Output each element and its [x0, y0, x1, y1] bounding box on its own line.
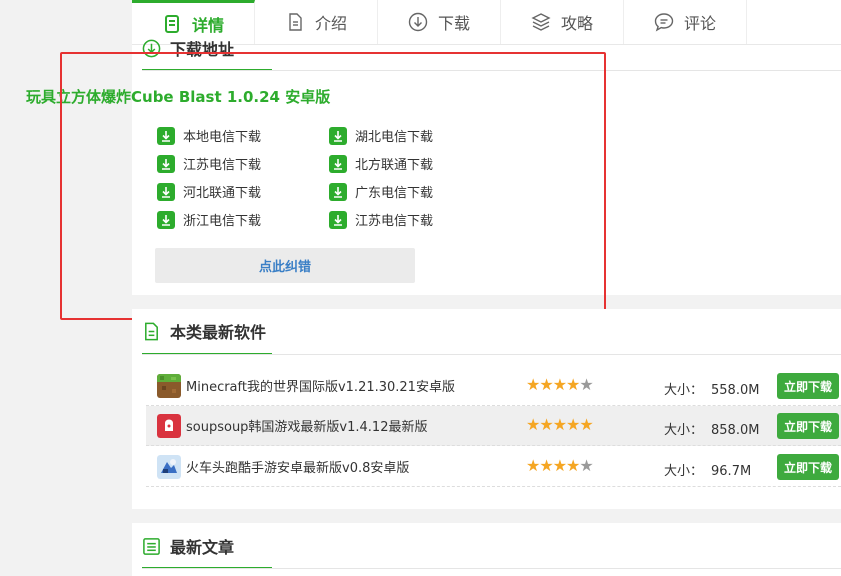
- rating-stars: ★ ★ ★ ★ ★: [526, 456, 594, 475]
- download-now-button[interactable]: 立即下载: [777, 413, 839, 439]
- latest-articles-heading: 最新文章: [142, 531, 234, 561]
- software-row: soupsoup韩国游戏最新版v1.4.12最新版 ★ ★ ★ ★ ★ 大小： 858.0…: [146, 406, 841, 446]
- software-row: Minecraft我的世界国际版v1.21.30.21安卓版 ★ ★ ★ ★ ★ 大小：…: [146, 366, 841, 406]
- tab-label: 介绍: [314, 14, 347, 33]
- star-icon: ★: [566, 375, 580, 394]
- size-label: 大小：: [664, 383, 704, 398]
- section-divider: [142, 568, 841, 569]
- download-icon: [157, 154, 175, 173]
- download-icon: [329, 210, 347, 229]
- download-link-label: 江苏电信下载: [355, 214, 434, 229]
- download-link-label: 广东电信下载: [355, 186, 434, 201]
- report-error-button[interactable]: 点此纠错: [155, 248, 415, 283]
- latest-software-section: 本类最新软件 Minecraft我的世界国际版v1.21.30.21安卓版 ★ ★…: [132, 309, 841, 509]
- download-icon: [329, 182, 347, 201]
- download-app-title: 玩具立方体爆炸Cube Blast 1.0.24 安卓版: [26, 88, 331, 106]
- download-section-heading: 下载地址: [142, 33, 234, 63]
- tab-comments[interactable]: 评论: [624, 0, 747, 44]
- star-icon: ★: [552, 415, 567, 434]
- software-name-link[interactable]: Minecraft我的世界国际版v1.21.30.21安卓版: [186, 376, 455, 395]
- comment-icon: [654, 12, 674, 32]
- size-value: 96.7M: [711, 464, 752, 479]
- star-icon: ★: [526, 415, 540, 434]
- doc-icon: [145, 322, 158, 340]
- section-title: 最新文章: [170, 538, 235, 557]
- tab-intro[interactable]: 介绍: [255, 0, 378, 44]
- tab-guide[interactable]: 攻略: [501, 0, 624, 44]
- software-row: 火车头跑酷手游安卓最新版v0.8安卓版 ★ ★ ★ ★ ★ 大小： 96.7M 立即下载: [146, 447, 841, 487]
- tab-label: 攻略: [560, 14, 593, 33]
- download-link-label: 北方联通下载: [355, 158, 434, 173]
- doc-icon: [162, 14, 182, 34]
- file-size: 大小： 558.0M: [664, 379, 759, 398]
- star-icon: ★: [539, 375, 553, 394]
- download-now-button[interactable]: 立即下载: [777, 373, 839, 399]
- size-value: 858.0M: [711, 423, 760, 438]
- size-label: 大小：: [664, 423, 704, 438]
- download-link-label: 浙江电信下载: [183, 214, 262, 229]
- star-icon: ★: [539, 415, 553, 434]
- download-icon: [329, 154, 347, 173]
- software-name-link[interactable]: soupsoup韩国游戏最新版v1.4.12最新版: [186, 416, 427, 435]
- download-now-button[interactable]: 立即下载: [777, 454, 839, 480]
- download-link-label: 湖北电信下载: [355, 130, 434, 145]
- star-icon: ★: [579, 415, 593, 434]
- download-link[interactable]: 湖北电信下载: [329, 126, 433, 145]
- download-link[interactable]: 江苏电信下载: [329, 210, 433, 229]
- download-link[interactable]: 江苏电信下载: [157, 154, 261, 173]
- star-icon: ★: [526, 456, 540, 475]
- tab-label: 详情: [191, 15, 224, 35]
- rating-stars: ★ ★ ★ ★ ★: [526, 415, 594, 434]
- download-link[interactable]: 广东电信下载: [329, 182, 433, 201]
- soupsoup-app-icon: [157, 414, 181, 438]
- latest-software-heading: 本类最新软件: [142, 316, 266, 346]
- layers-icon: [531, 12, 551, 32]
- download-circle-icon: [142, 39, 161, 57]
- download-link-label: 河北联通下载: [183, 186, 262, 201]
- star-icon: ★: [579, 456, 593, 475]
- download-link-label: 本地电信下载: [183, 130, 262, 145]
- size-value: 558.0M: [711, 383, 760, 398]
- file-size: 大小： 858.0M: [664, 419, 759, 438]
- rating-stars: ★ ★ ★ ★ ★: [526, 375, 594, 394]
- download-icon: [157, 210, 175, 229]
- download-icon: [157, 182, 175, 201]
- download-link[interactable]: 北方联通下载: [329, 154, 433, 173]
- star-icon: ★: [579, 375, 593, 394]
- download-link[interactable]: 本地电信下载: [157, 126, 261, 145]
- section-title: 下载地址: [170, 40, 235, 59]
- tab-label: 下载: [437, 14, 470, 33]
- star-icon: ★: [539, 456, 553, 475]
- download-link-label: 江苏电信下载: [183, 158, 262, 173]
- train-runner-app-icon: [157, 455, 181, 479]
- file-size: 大小： 96.7M: [664, 460, 751, 479]
- list-icon: [143, 537, 160, 555]
- minecraft-app-icon: [157, 374, 181, 398]
- download-icon: [157, 126, 175, 145]
- download-circle-icon: [408, 12, 428, 32]
- file-icon: [285, 12, 305, 32]
- download-link[interactable]: 河北联通下载: [157, 182, 261, 201]
- section-title: 本类最新软件: [170, 323, 267, 342]
- star-icon: ★: [526, 375, 540, 394]
- tab-label: 评论: [683, 14, 716, 33]
- star-icon: ★: [552, 375, 567, 394]
- size-label: 大小：: [664, 464, 704, 479]
- star-icon: ★: [566, 415, 580, 434]
- download-icon: [329, 126, 347, 145]
- star-icon: ★: [552, 456, 567, 475]
- latest-articles-section: 最新文章: [132, 523, 841, 576]
- section-divider: [142, 354, 841, 355]
- section-divider: [142, 70, 841, 71]
- download-link[interactable]: 浙江电信下载: [157, 210, 261, 229]
- tab-download[interactable]: 下载: [378, 0, 501, 44]
- software-name-link[interactable]: 火车头跑酷手游安卓最新版v0.8安卓版: [186, 457, 409, 476]
- star-icon: ★: [566, 456, 580, 475]
- detail-tab-bar: 详情 介绍 下载 攻略 评论: [132, 0, 841, 45]
